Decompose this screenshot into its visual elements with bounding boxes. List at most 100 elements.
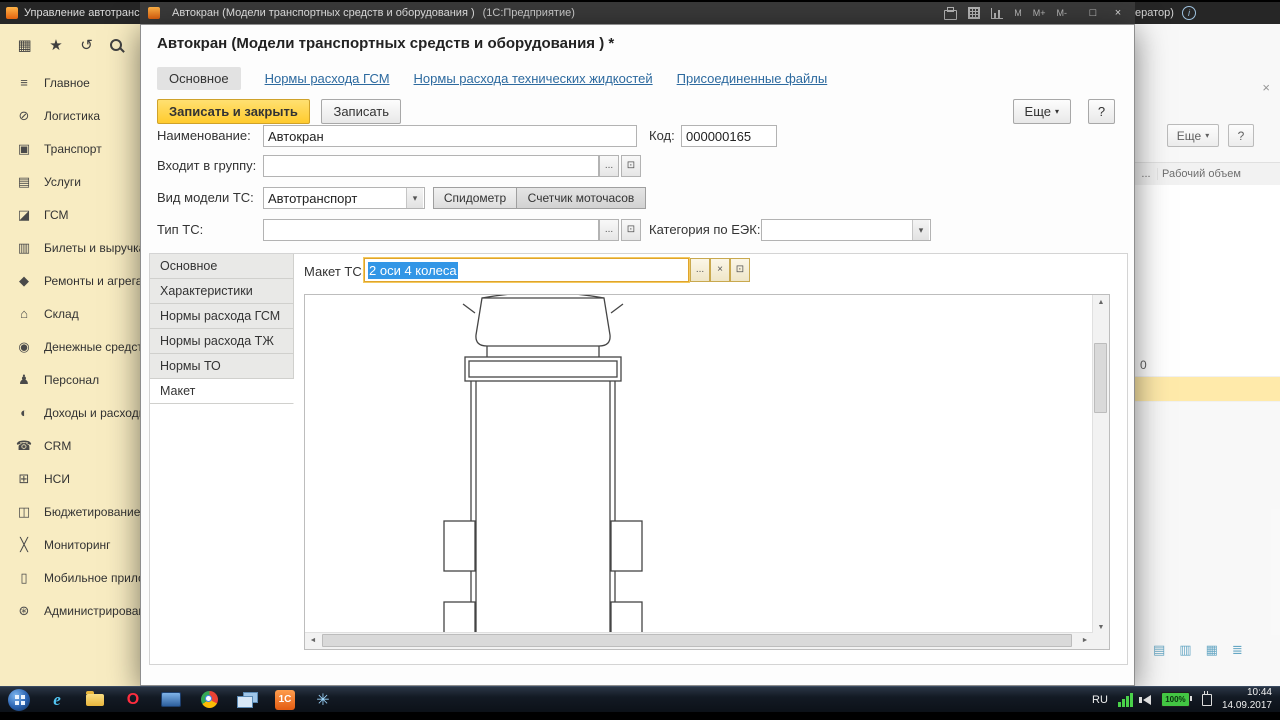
code-field[interactable]	[681, 125, 777, 147]
table-row[interactable]	[1135, 281, 1280, 306]
table-row[interactable]	[1135, 209, 1280, 234]
history-icon[interactable]: ↺	[80, 36, 93, 54]
type-choose-button[interactable]: ...	[599, 219, 619, 241]
table-row[interactable]	[1135, 233, 1280, 258]
inner-tab-maintenance-norms[interactable]: Нормы ТО	[150, 354, 294, 379]
file-explorer-icon[interactable]	[76, 687, 114, 713]
inner-tab-layout[interactable]: Макет	[150, 379, 294, 404]
table-row[interactable]	[1135, 329, 1280, 354]
type-open-icon[interactable]: ⊡	[621, 219, 641, 241]
table-view-icon[interactable]	[968, 7, 981, 19]
tab-fuel-rates[interactable]: Нормы расхода ГСМ	[265, 71, 390, 86]
model-kind-combo[interactable]: Автотранспорт ▾	[263, 187, 425, 209]
table-row-zero[interactable]: 0	[1135, 353, 1280, 377]
snowflake-app-icon[interactable]: ✳	[304, 687, 342, 713]
background-help-button[interactable]: ?	[1228, 124, 1254, 147]
sidebar-item-main[interactable]: ≡ Главное	[0, 66, 140, 99]
save-button[interactable]: Записать	[321, 99, 402, 124]
memory-m-plus-button[interactable]: M+	[1033, 8, 1046, 18]
remote-desktop-icon[interactable]	[228, 687, 266, 713]
view-list-icon[interactable]: ▤	[1153, 642, 1165, 658]
sidebar-item-income-expense[interactable]: ◐ Доходы и расходы	[0, 396, 140, 429]
scroll-up-icon[interactable]: ▲	[1093, 295, 1109, 310]
print-icon[interactable]	[944, 6, 958, 20]
sidebar-item-fuel[interactable]: ◪ ГСМ	[0, 198, 140, 231]
favorites-star-icon[interactable]: ★	[49, 36, 62, 54]
power-plug-icon[interactable]	[1201, 690, 1212, 706]
chevron-down-icon[interactable]: ▾	[406, 188, 423, 208]
horizontal-scrollbar[interactable]: ◄ ►	[305, 632, 1093, 649]
maximize-button[interactable]: □	[1086, 7, 1100, 19]
sidebar-item-tickets[interactable]: ▥ Билеты и выручка	[0, 231, 140, 264]
layout-field[interactable]: 2 оси 4 колеса	[364, 258, 689, 282]
table-row[interactable]	[1135, 185, 1280, 210]
view-lines-icon[interactable]: ≣	[1232, 642, 1243, 658]
chart-icon[interactable]	[991, 7, 1004, 19]
sidebar-item-budgeting[interactable]: ◫ Бюджетирование	[0, 495, 140, 528]
language-indicator[interactable]: RU	[1092, 694, 1108, 706]
eek-category-combo[interactable]: ▾	[761, 219, 931, 241]
sidebar-item-mobile[interactable]: ▯ Мобильное приложение	[0, 561, 140, 594]
layout-clear-button[interactable]: ×	[710, 258, 730, 282]
chrome-icon[interactable]	[190, 687, 228, 713]
horizontal-scroll-thumb[interactable]	[322, 634, 1072, 647]
group-choose-button[interactable]: ...	[599, 155, 619, 177]
start-button[interactable]	[0, 687, 38, 713]
tab-main[interactable]: Основное	[157, 66, 241, 90]
close-button[interactable]: ×	[1111, 7, 1125, 19]
signal-strength-icon[interactable]	[1117, 692, 1133, 707]
blue-app-icon[interactable]	[152, 687, 190, 713]
clock[interactable]: 10:44 14.09.2017	[1222, 687, 1272, 712]
inner-tab-fuel-norms[interactable]: Нормы расхода ГСМ	[150, 304, 294, 329]
table-row[interactable]	[1135, 257, 1280, 282]
hour-meter-toggle[interactable]: Счетчик моточасов	[516, 187, 646, 209]
sidebar-item-transport[interactable]: ▣ Транспорт	[0, 132, 140, 165]
layout-choose-button[interactable]: ...	[690, 258, 710, 282]
apps-grid-icon[interactable]: ▦	[18, 36, 32, 54]
ie-icon[interactable]: e	[38, 687, 76, 713]
tab-attached-files[interactable]: Присоединенные файлы	[677, 71, 828, 86]
memory-m-button[interactable]: M	[1014, 8, 1022, 18]
help-button[interactable]: ?	[1088, 99, 1115, 124]
info-icon[interactable]: i	[1181, 6, 1196, 20]
chevron-down-icon[interactable]: ▾	[912, 220, 929, 240]
1c-taskbar-icon[interactable]: 1С	[266, 687, 304, 713]
background-more-button[interactable]: Еще ▾	[1167, 124, 1219, 147]
volume-icon[interactable]	[1138, 694, 1151, 705]
save-and-close-button[interactable]: Записать и закрыть	[157, 99, 310, 124]
tab-fluid-rates[interactable]: Нормы расхода технических жидкостей	[414, 71, 653, 86]
group-field[interactable]	[263, 155, 599, 177]
table-row[interactable]	[1135, 305, 1280, 330]
vertical-scrollbar[interactable]: ▲ ▼	[1092, 295, 1109, 635]
sidebar-item-repairs[interactable]: ◆ Ремонты и агрегаты	[0, 264, 140, 297]
sidebar-item-money[interactable]: ◉ Денежные средства	[0, 330, 140, 363]
scroll-right-icon[interactable]: ►	[1077, 633, 1093, 648]
memory-m-minus-button[interactable]: M-	[1057, 8, 1068, 18]
group-open-icon[interactable]: ⊡	[621, 155, 641, 177]
name-field[interactable]	[263, 125, 637, 147]
sidebar-item-nsi[interactable]: ⊞ НСИ	[0, 462, 140, 495]
type-field[interactable]	[263, 219, 599, 241]
sidebar-item-administration[interactable]: ⊛ Администрирование	[0, 594, 140, 627]
opera-icon[interactable]: O	[114, 687, 152, 713]
background-close-icon[interactable]: ×	[1262, 80, 1270, 95]
sidebar-item-monitoring[interactable]: ╳ Мониторинг	[0, 528, 140, 561]
view-grid-icon[interactable]: ▦	[1206, 642, 1218, 658]
scroll-left-icon[interactable]: ◄	[305, 633, 321, 648]
layout-open-icon[interactable]: ⊡	[730, 258, 750, 282]
view-rows-icon[interactable]: ▥	[1179, 642, 1191, 658]
search-icon[interactable]	[110, 39, 123, 51]
sidebar-item-warehouse[interactable]: ⌂ Склад	[0, 297, 140, 330]
vertical-scroll-thumb[interactable]	[1094, 343, 1107, 413]
sidebar-item-personnel[interactable]: ♟ Персонал	[0, 363, 140, 396]
sidebar-item-logistics[interactable]: ⊘ Логистика	[0, 99, 140, 132]
dialog-title-bar[interactable]: Автокран (Модели транспортных средств и …	[140, 2, 1135, 24]
inner-tab-characteristics[interactable]: Характеристики	[150, 279, 294, 304]
inner-tab-main[interactable]: Основное	[150, 254, 294, 279]
sidebar-item-crm[interactable]: ☎ CRM	[0, 429, 140, 462]
inner-tab-fluid-norms[interactable]: Нормы расхода ТЖ	[150, 329, 294, 354]
more-button[interactable]: Еще ▾	[1012, 99, 1071, 124]
battery-indicator[interactable]: 100%	[1160, 692, 1192, 707]
sidebar-item-services[interactable]: ▤ Услуги	[0, 165, 140, 198]
speedometer-toggle[interactable]: Спидометр	[433, 187, 517, 209]
